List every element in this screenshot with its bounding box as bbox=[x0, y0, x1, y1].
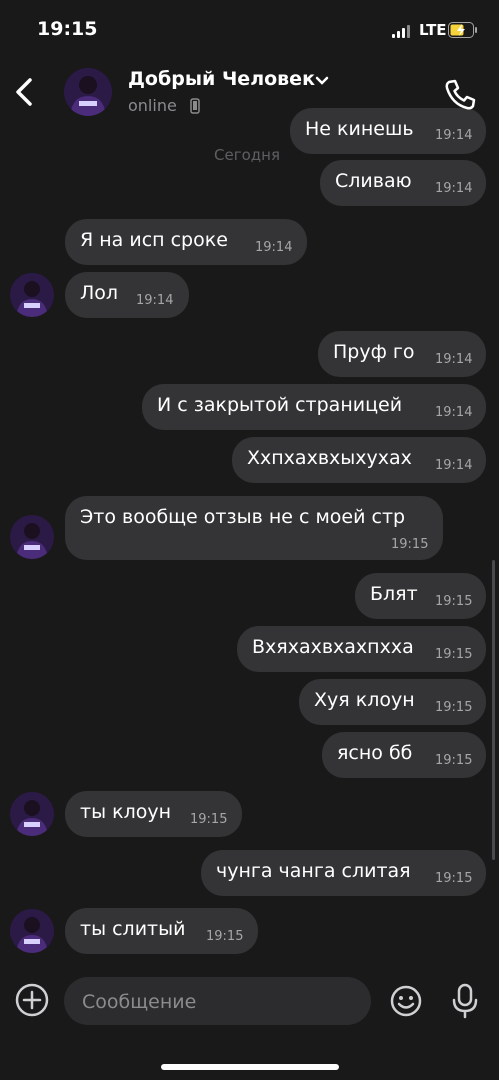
message-bubble-outgoing[interactable]: Вхяхахвхахпхха 19:15 bbox=[237, 626, 486, 672]
call-icon[interactable] bbox=[440, 75, 480, 115]
message-bubble-outgoing[interactable]: Ххпхахвхыхухах 19:14 bbox=[232, 437, 486, 483]
header-avatar[interactable] bbox=[64, 68, 112, 116]
plus-icon[interactable] bbox=[14, 982, 50, 1022]
contact-name[interactable]: Добрый Человек bbox=[128, 68, 315, 90]
message-text: Вхяхахвхахпхха bbox=[252, 636, 414, 658]
signal-icon bbox=[392, 24, 412, 38]
message-text: ты слитый bbox=[80, 918, 186, 940]
message-bubble-outgoing[interactable]: Блят 19:15 bbox=[355, 573, 486, 619]
contact-avatar[interactable] bbox=[10, 792, 54, 836]
message-bubble-outgoing[interactable]: Сливаю 19:14 bbox=[320, 160, 486, 206]
message-text: ясно бб bbox=[337, 742, 413, 764]
message-time: 19:14 bbox=[435, 181, 473, 196]
emoji-icon[interactable] bbox=[389, 984, 423, 1022]
contact-avatar[interactable] bbox=[10, 909, 54, 953]
home-indicator bbox=[161, 1064, 339, 1070]
chat-header: Добрый Человек online bbox=[0, 58, 499, 130]
scrollbar[interactable] bbox=[492, 560, 495, 860]
message-text: чунга чанга слитая bbox=[216, 860, 411, 882]
message-time: 19:15 bbox=[435, 594, 473, 609]
message-time: 19:14 bbox=[435, 128, 473, 143]
message-list[interactable]: Сегодня Не кинешь 19:14 Сливаю 19:14 Я н… bbox=[0, 0, 499, 960]
message-bubble-incoming[interactable]: ты слитый 19:15 bbox=[65, 908, 258, 954]
message-text: Лол bbox=[80, 282, 119, 304]
message-text: Пруф го bbox=[333, 341, 415, 363]
message-time: 19:14 bbox=[435, 405, 473, 420]
message-composer bbox=[0, 960, 499, 1080]
message-time: 19:14 bbox=[255, 240, 293, 255]
message-time: 19:14 bbox=[435, 352, 473, 367]
message-text: И с закрытой страницей bbox=[157, 394, 403, 416]
message-bubble-outgoing[interactable]: ясно бб 19:15 bbox=[322, 732, 486, 778]
date-separator: Сегодня bbox=[214, 146, 280, 164]
message-time: 19:15 bbox=[206, 929, 244, 944]
message-bubble-incoming[interactable]: Лол 19:14 bbox=[65, 272, 189, 318]
message-bubble-incoming[interactable]: Я на исп сроке 19:14 bbox=[65, 219, 307, 265]
message-time: 19:15 bbox=[435, 700, 473, 715]
message-text: ты клоун bbox=[80, 801, 172, 823]
message-time: 19:15 bbox=[190, 812, 228, 827]
message-input[interactable] bbox=[80, 977, 364, 1027]
message-time: 19:15 bbox=[435, 647, 473, 662]
message-text: Сливаю bbox=[335, 170, 412, 192]
message-input-field[interactable] bbox=[64, 977, 371, 1027]
message-bubble-incoming[interactable]: Это вообще отзыв не с моей стр 19:15 bbox=[65, 496, 443, 560]
contact-avatar[interactable] bbox=[10, 273, 54, 317]
battery-charging-icon bbox=[448, 22, 478, 38]
status-time: 19:15 bbox=[37, 18, 98, 40]
phone-small-icon bbox=[190, 98, 200, 118]
message-bubble-outgoing[interactable]: И с закрытой страницей 19:14 bbox=[142, 384, 486, 430]
back-icon[interactable] bbox=[10, 74, 40, 110]
network-label: LTE bbox=[419, 21, 447, 39]
chevron-down-icon[interactable] bbox=[314, 72, 330, 91]
contact-avatar[interactable] bbox=[10, 515, 54, 559]
message-bubble-outgoing[interactable]: чунга чанга слитая 19:15 bbox=[201, 850, 486, 896]
message-bubble-incoming[interactable]: ты клоун 19:15 bbox=[65, 791, 242, 837]
message-text: Это вообще отзыв не с моей стр bbox=[80, 506, 406, 528]
message-bubble-outgoing[interactable]: Пруф го 19:14 bbox=[318, 331, 486, 377]
message-time: 19:15 bbox=[435, 871, 473, 886]
status-bar: 19:15 LTE bbox=[0, 0, 499, 58]
message-time: 19:15 bbox=[435, 753, 473, 768]
microphone-icon[interactable] bbox=[450, 982, 480, 1024]
message-text: Хуя клоун bbox=[314, 689, 415, 711]
contact-status: online bbox=[128, 96, 177, 115]
message-time: 19:14 bbox=[435, 458, 473, 473]
message-bubble-outgoing[interactable]: Хуя клоун 19:15 bbox=[299, 679, 486, 725]
message-text: Блят bbox=[370, 583, 418, 605]
message-time: 19:15 bbox=[391, 537, 429, 552]
message-text: Я на исп сроке bbox=[80, 229, 228, 251]
message-text: Ххпхахвхыхухах bbox=[247, 447, 412, 469]
message-time: 19:14 bbox=[136, 293, 174, 308]
